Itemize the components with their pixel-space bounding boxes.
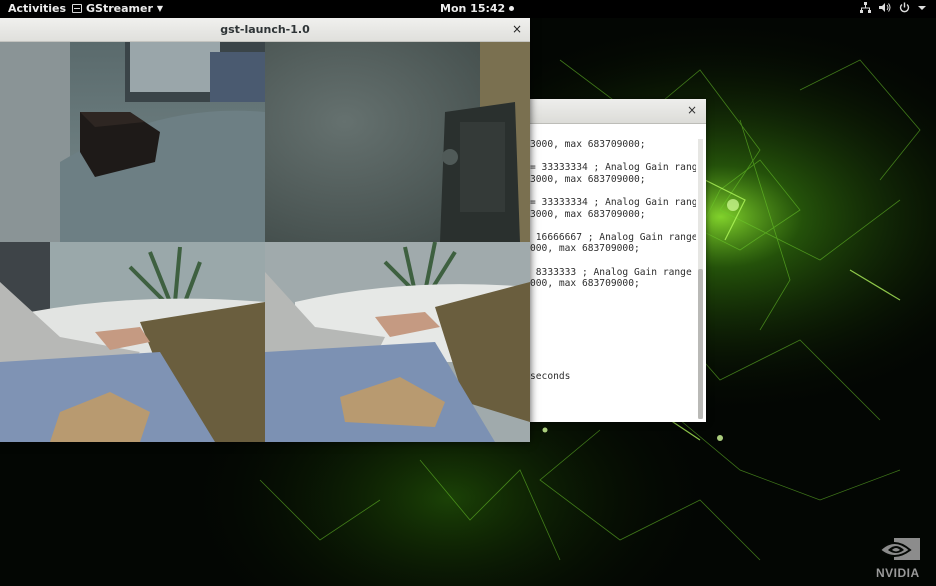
camera-feed-2: [265, 42, 530, 242]
video-grid: [0, 42, 530, 442]
chevron-down-icon: [918, 5, 926, 10]
window-title: gst-launch-1.0: [220, 23, 310, 36]
clock-label: Mon 15:42: [440, 2, 506, 15]
terminal-window[interactable]: × 3000, max 683709000; = 33333334 ; Analo…: [530, 99, 706, 422]
scrollbar-thumb[interactable]: [698, 269, 703, 419]
top-bar: Activities GStreamer ▼ Mon 15:42: [0, 0, 936, 18]
terminal-line: 16666667 ; Analog Gain range: [530, 231, 696, 243]
system-tray[interactable]: [860, 2, 926, 13]
terminal-output: 3000, max 683709000; = 33333334 ; Analog …: [530, 139, 696, 422]
gst-close-button[interactable]: ×: [512, 22, 522, 36]
terminal-line: 8333333 ; Analog Gain range: [530, 266, 692, 278]
gst-launch-window[interactable]: gst-launch-1.0 ×: [0, 18, 530, 442]
notification-dot-icon: [509, 6, 515, 11]
gst-titlebar[interactable]: gst-launch-1.0 ×: [0, 18, 530, 42]
terminal-line: 3000, max 683709000;: [530, 173, 646, 185]
app-menu-label: GStreamer: [86, 2, 153, 15]
nvidia-brand-label: NVIDIA: [876, 566, 920, 580]
terminal-titlebar[interactable]: ×: [530, 99, 706, 124]
activities-button[interactable]: Activities: [8, 2, 66, 15]
terminal-close-button[interactable]: ×: [687, 103, 697, 117]
camera-feed-3: [0, 242, 265, 442]
camera-feed-1: [0, 42, 265, 242]
chevron-down-icon: ▼: [156, 4, 164, 13]
terminal-line: = 33333334 ; Analog Gain rang: [530, 196, 696, 208]
nvidia-logo: NVIDIA: [876, 538, 926, 580]
app-menu-button[interactable]: GStreamer ▼: [72, 2, 163, 15]
terminal-line: 3000, max 683709000;: [530, 139, 646, 150]
clock-button[interactable]: Mon 15:42: [440, 2, 515, 15]
power-icon: [899, 2, 910, 13]
terminal-line: seconds: [530, 370, 571, 382]
terminal-line: 000, max 683709000;: [530, 243, 640, 255]
nvidia-eye-icon: [878, 538, 920, 560]
network-icon: [860, 2, 871, 13]
terminal-line: 3000, max 683709000;: [530, 208, 646, 220]
terminal-line: 000, max 683709000;: [530, 278, 640, 290]
terminal-scrollbar[interactable]: [698, 139, 703, 419]
app-window-icon: [72, 4, 82, 13]
terminal-line: = 33333334 ; Analog Gain rang: [530, 162, 696, 174]
volume-icon: [879, 3, 891, 12]
camera-feed-4: [265, 242, 530, 442]
